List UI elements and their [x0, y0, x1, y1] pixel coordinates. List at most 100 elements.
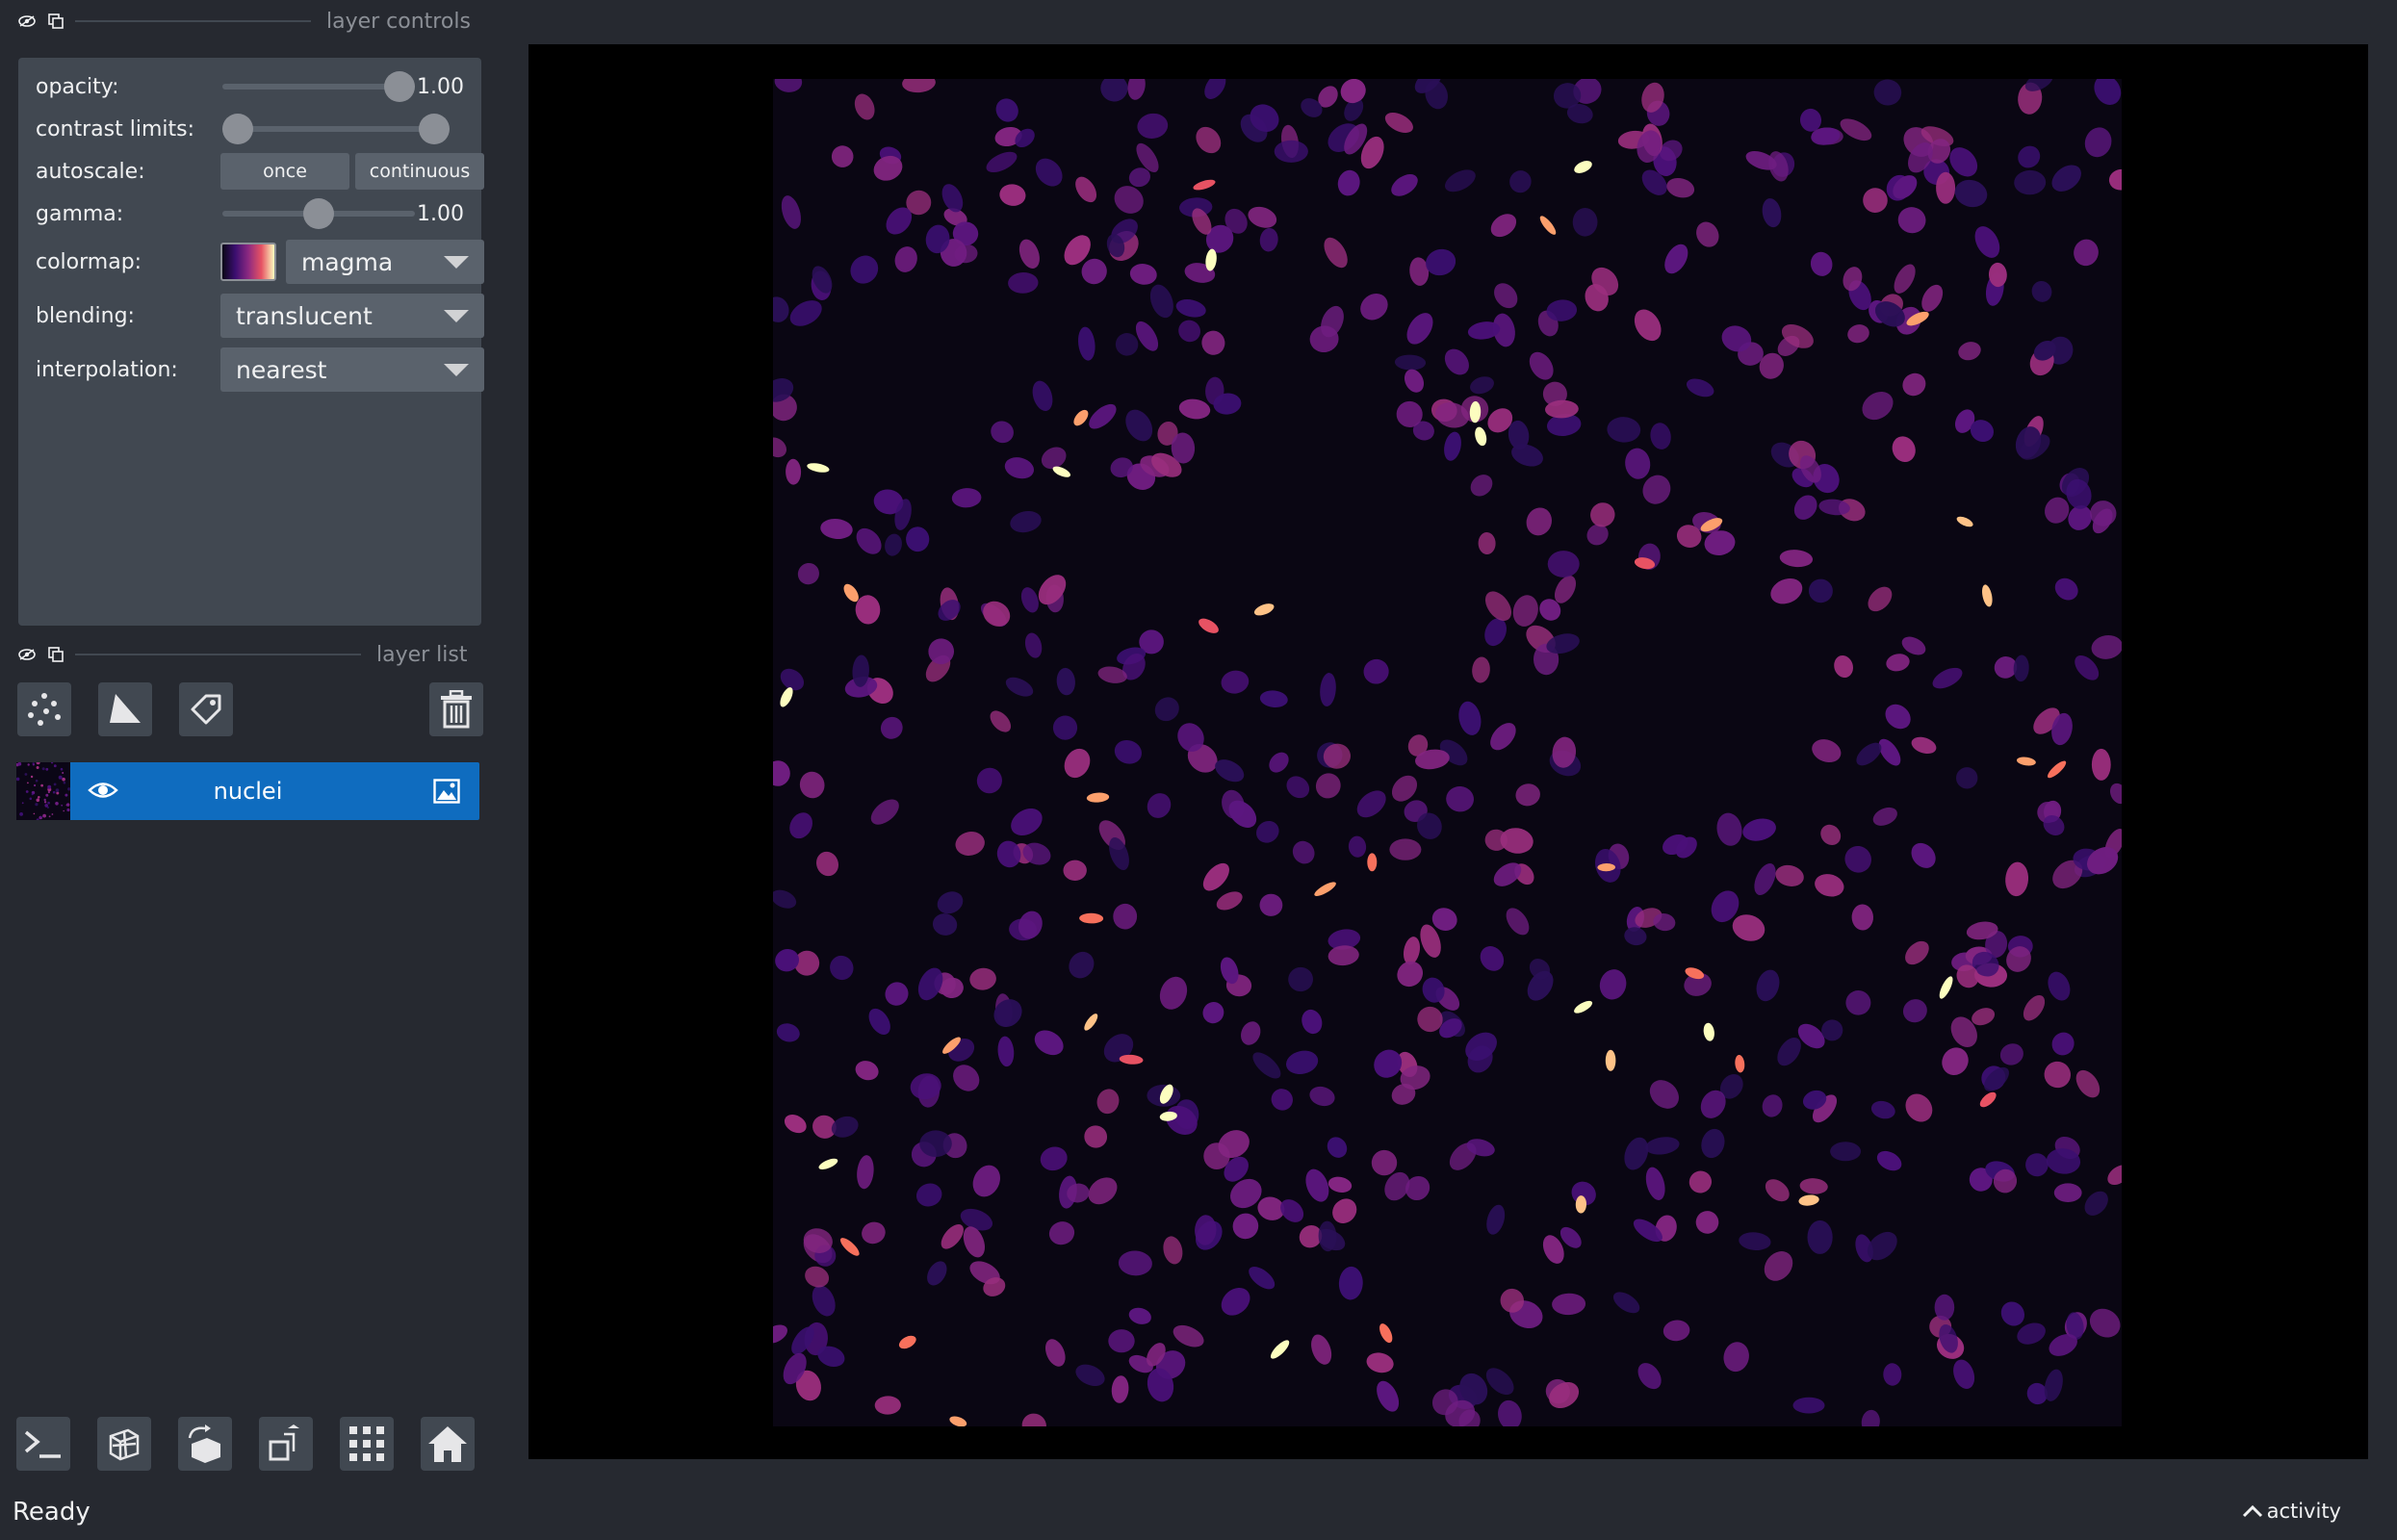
nucleus: [1624, 1137, 1649, 1170]
chevron-down-icon: [444, 256, 469, 269]
autoscale-continuous-button[interactable]: continuous: [355, 153, 484, 190]
nucleus: [1366, 1352, 1394, 1373]
delete-layer-button[interactable]: [429, 682, 483, 736]
transpose-dims-button[interactable]: [259, 1417, 313, 1471]
bright-nucleus: [1073, 409, 1089, 426]
nucleus: [830, 955, 854, 981]
eye-icon[interactable]: [17, 12, 37, 31]
copy-icon[interactable]: [46, 12, 65, 31]
ndisplay-button[interactable]: [97, 1417, 151, 1471]
nucleus: [915, 1183, 942, 1207]
copy-icon[interactable]: [46, 645, 65, 664]
nucleus: [1154, 697, 1179, 722]
nucleus: [1005, 677, 1034, 697]
nucleus: [1221, 670, 1250, 694]
blending-dropdown[interactable]: translucent: [220, 294, 484, 338]
new-shapes-layer-button[interactable]: [98, 682, 152, 736]
nucleus: [1847, 324, 1869, 344]
autoscale-once-button[interactable]: once: [220, 153, 349, 190]
bright-nucleus: [1956, 516, 1973, 527]
nucleus: [1820, 824, 1842, 845]
nucleus: [1196, 126, 1222, 154]
nucleus: [1956, 767, 1978, 789]
nucleus: [1175, 299, 1206, 318]
activity-button[interactable]: activity: [2242, 1500, 2341, 1523]
nucleus: [1232, 1213, 1259, 1240]
nucleus: [1305, 1168, 1329, 1202]
nucleus: [1958, 342, 1981, 361]
layer-name[interactable]: nuclei: [74, 762, 422, 820]
nucleus: [2084, 1191, 2108, 1216]
nucleus: [1686, 378, 1714, 398]
console-button[interactable]: [16, 1417, 70, 1471]
nucleus: [1327, 1137, 1348, 1158]
nucleus: [1271, 1089, 1293, 1111]
nucleus: [1762, 198, 1782, 228]
opacity-slider[interactable]: [222, 71, 415, 102]
nucleus: [1892, 436, 1916, 463]
nucleus: [786, 458, 802, 485]
nucleus: [1974, 226, 2000, 258]
nucleus: [1506, 908, 1530, 936]
interpolation-value: nearest: [236, 355, 327, 384]
nucleus: [1249, 1267, 1276, 1290]
colormap-dropdown[interactable]: magma: [286, 240, 484, 284]
nucleus: [1011, 808, 1043, 836]
contrast-limits-slider[interactable]: [222, 114, 450, 144]
nucleus: [1075, 176, 1097, 203]
contrast-high-handle[interactable]: [419, 114, 450, 144]
nucleus: [1934, 1294, 1955, 1321]
gamma-slider[interactable]: [222, 198, 415, 229]
nucleus: [1650, 423, 1671, 449]
contrast-low-handle[interactable]: [222, 114, 253, 144]
roll-dims-button[interactable]: [178, 1417, 232, 1471]
new-points-layer-button[interactable]: [17, 682, 71, 736]
grid-icon: [348, 1424, 386, 1463]
home-icon: [426, 1424, 469, 1464]
eye-icon[interactable]: [17, 645, 37, 664]
nucleus: [1861, 1409, 1880, 1426]
nucleus: [1377, 1380, 1400, 1412]
nucleus: [1173, 1324, 1204, 1348]
nucleus: [799, 771, 825, 799]
thumb-dot: [34, 783, 37, 787]
nuclei-image[interactable]: [773, 79, 2122, 1426]
thumb-dot: [55, 802, 59, 806]
layer-item-nuclei[interactable]: nuclei: [16, 762, 479, 820]
bright-nucleus: [807, 463, 830, 473]
opacity-slider-handle[interactable]: [384, 71, 415, 102]
layer-list-header: layer list: [17, 643, 468, 667]
gamma-slider-handle[interactable]: [303, 198, 334, 229]
nucleus: [1045, 1339, 1066, 1367]
nucleus: [1127, 79, 1146, 100]
nucleus: [1486, 1204, 1506, 1235]
nucleus: [1808, 578, 1833, 603]
home-button[interactable]: [421, 1417, 475, 1471]
nucleus: [997, 1036, 1015, 1067]
nucleus: [1942, 1047, 1969, 1076]
opacity-value: 1.00: [417, 74, 464, 99]
viewer-canvas[interactable]: [528, 44, 2368, 1459]
nucleus: [805, 1266, 830, 1288]
thumb-dot: [45, 767, 49, 771]
nucleus: [955, 832, 985, 856]
nucleus: [993, 999, 1022, 1028]
nucleus: [1645, 1167, 1665, 1200]
thumb-dot: [60, 767, 64, 771]
interpolation-dropdown[interactable]: nearest: [220, 347, 484, 392]
bright-nucleus: [1367, 853, 1378, 872]
nucleus: [1897, 207, 1926, 234]
nucleus: [1311, 1334, 1332, 1365]
thumb-dot: [19, 812, 23, 816]
new-points-icon: [25, 690, 64, 729]
grid-view-button[interactable]: [340, 1417, 394, 1471]
nucleus: [789, 812, 812, 839]
thumb-dot: [67, 787, 70, 791]
new-labels-layer-button[interactable]: [179, 682, 233, 736]
nucleus: [2023, 994, 2046, 1021]
nucleus: [797, 562, 819, 585]
nucleus: [1024, 632, 1043, 658]
thumb-dot: [24, 773, 28, 776]
nucleus: [1732, 914, 1766, 941]
nucleus: [1863, 188, 1888, 213]
